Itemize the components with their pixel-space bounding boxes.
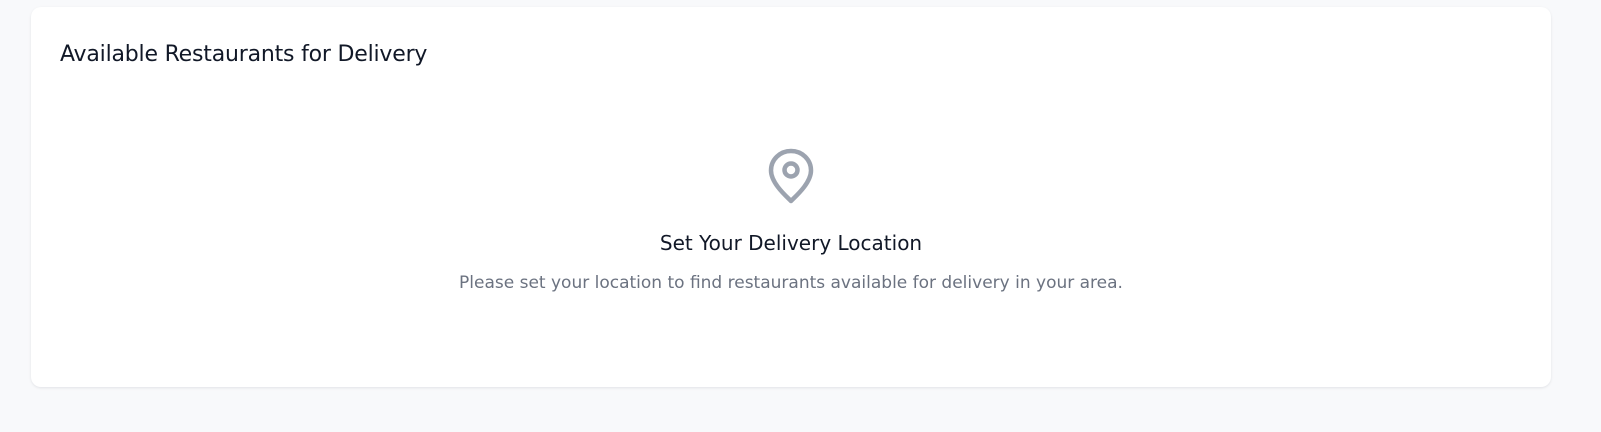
map-pin-icon — [768, 148, 814, 204]
restaurants-card: Available Restaurants for Delivery Set Y… — [31, 7, 1551, 387]
empty-state: Set Your Delivery Location Please set yo… — [31, 147, 1551, 295]
empty-state-description: Please set your location to find restaur… — [459, 273, 1123, 293]
empty-state-title: Set Your Delivery Location — [659, 231, 923, 255]
section-title: Available Restaurants for Delivery — [60, 42, 428, 67]
